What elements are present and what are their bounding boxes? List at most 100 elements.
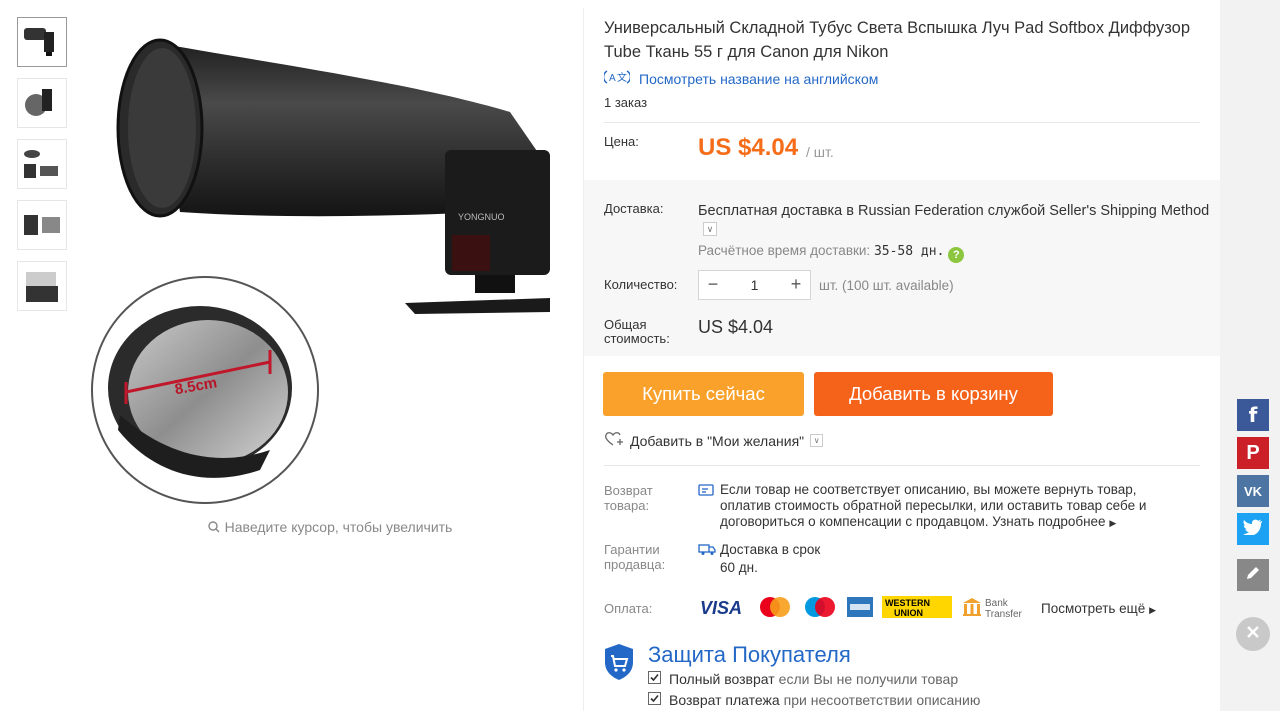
pinterest-share-button[interactable]: P [1237, 437, 1269, 469]
close-share-button[interactable] [1236, 617, 1270, 651]
checkbox-checked-icon [648, 692, 661, 708]
thumbnail-3[interactable] [17, 139, 67, 189]
guarantee-text: Доставка в срок 60 дн. [720, 541, 820, 577]
checkbox-checked-icon [648, 671, 661, 687]
wishlist-link[interactable]: Добавить в "Мои желания" ∨ [604, 431, 824, 450]
price-unit: / шт. [806, 144, 834, 160]
edit-feedback-button[interactable] [1237, 559, 1269, 591]
pinterest-icon: P [1246, 441, 1260, 464]
orders-count: 1 заказ [604, 95, 648, 110]
svg-text:A: A [609, 73, 616, 84]
wishlist-dropdown-toggle[interactable]: ∨ [810, 434, 824, 447]
mastercard-icon [757, 596, 793, 623]
returns-label: Возврат товара: [604, 483, 653, 513]
page-gutter [1220, 0, 1280, 711]
quantity-minus-button[interactable]: − [699, 271, 727, 299]
total-label: Общая стоимость: [604, 317, 670, 346]
bank-line-1: Bank [985, 598, 1009, 609]
payment-methods: VISA WESTERN UNION Bank Transfer [698, 595, 1036, 624]
zoom-hint: Наведите курсор, чтобы увеличить [80, 519, 580, 536]
quantity-available: шт. (100 шт. available) [819, 278, 954, 293]
bank-line-2: Transfer [985, 609, 1023, 619]
social-share-bar: f P VK [1237, 399, 1269, 551]
western-line-2: UNION [894, 608, 923, 618]
pencil-icon [1245, 565, 1261, 586]
magnifier-icon [207, 520, 220, 536]
translate-link[interactable]: A文 Посмотреть название на английском [602, 69, 878, 88]
maestro-icon [802, 596, 838, 623]
divider [604, 465, 1200, 466]
quantity-input[interactable] [727, 277, 782, 293]
western-union-icon: WESTERN UNION [882, 595, 952, 623]
quantity-plus-button[interactable]: + [782, 271, 810, 299]
caret-right-icon: ▶ [1109, 518, 1117, 528]
returns-text: Если товар не соответствует описанию, вы… [720, 482, 1180, 531]
payment-more-link[interactable]: Посмотреть ещё ▶ [1041, 601, 1156, 616]
payment-more-label[interactable]: Посмотреть ещё [1041, 601, 1145, 616]
visa-wordmark: VISA [700, 598, 742, 617]
payment-label: Оплата: [604, 601, 653, 616]
thumbnail-1[interactable] [17, 17, 67, 67]
translate-link-text[interactable]: Посмотреть название на английском [639, 71, 878, 87]
vk-icon: VK [1243, 483, 1263, 499]
return-policy-icon [698, 483, 714, 502]
total-value: US $4.04 [698, 317, 774, 337]
visa-icon: VISA [698, 597, 748, 622]
zoom-hint-text: Наведите курсор, чтобы увеличить [224, 519, 453, 535]
help-icon[interactable]: ? [948, 247, 965, 263]
vk-share-button[interactable]: VK [1237, 475, 1269, 507]
divider [604, 122, 1200, 123]
protection-item-1-strong: Полный возврат [669, 671, 775, 687]
delivery-eta: Расчётное время доставки: 35-58 дн.? [698, 243, 965, 263]
translate-icon: A文 [602, 69, 632, 88]
eta-value: 35-58 дн. [873, 244, 945, 259]
protection-item-1-rest: если Вы не получили товар [778, 671, 959, 687]
shipping-text: Бесплатная доставка в Russian Federation… [698, 203, 1209, 219]
shipping-mid: службой [983, 203, 1050, 219]
main-product-image[interactable]: YONGNUO 8.5cm [80, 20, 560, 510]
protection-item-2-strong: Возврат платежа [669, 692, 780, 708]
shipping-dropdown-toggle[interactable]: ∨ [703, 222, 717, 236]
twitter-icon [1243, 519, 1263, 540]
delivery-truck-icon [698, 542, 716, 561]
close-icon [1245, 624, 1261, 645]
shipping-country[interactable]: Russian Federation [858, 203, 984, 219]
buyer-protection-title: Защита Покупателя [648, 642, 851, 667]
svg-text:文: 文 [617, 71, 627, 84]
buy-now-button[interactable]: Купить сейчас [603, 372, 804, 416]
thumbnail-strip [17, 17, 67, 322]
protection-item-1: Полный возврат если Вы не получили товар [648, 671, 958, 687]
heart-plus-icon [604, 431, 624, 450]
thumbnail-5[interactable] [17, 261, 67, 311]
shipping-label: Доставка: [604, 201, 664, 216]
price-value: US $4.04 [698, 134, 799, 161]
facebook-icon: f [1248, 403, 1258, 427]
protection-item-2: Возврат платежа при несоответствии описан… [648, 692, 980, 708]
thumbnail-2[interactable] [17, 78, 67, 128]
returns-more-link[interactable]: Узнать подробнее [992, 514, 1105, 529]
thumbnail-4[interactable] [17, 200, 67, 250]
amex-icon [847, 596, 873, 622]
quantity-stepper: − + [698, 270, 811, 300]
shipping-prefix: Бесплатная доставка в [698, 203, 858, 219]
western-line-1: WESTERN [885, 598, 930, 608]
wishlist-label[interactable]: Добавить в "Мои желания" [630, 433, 804, 449]
add-to-cart-button[interactable]: Добавить в корзину [814, 372, 1053, 416]
price-label: Цена: [604, 134, 639, 149]
shipping-method[interactable]: Seller's Shipping Method [1049, 203, 1209, 219]
guarantee-line-2: 60 дн. [720, 560, 758, 575]
guarantee-line-1: Доставка в срок [720, 542, 821, 557]
quantity-label: Количество: [604, 277, 678, 292]
facebook-share-button[interactable]: f [1237, 399, 1269, 431]
flash-brand-label: YONGNUO [458, 212, 505, 222]
protection-item-2-rest: при несоответствии описанию [783, 692, 981, 708]
guarantee-label: Гарантии продавца: [604, 542, 666, 572]
product-info-panel: Универсальный Складной Тубус Света Вспыш… [584, 0, 1220, 711]
product-title: Универсальный Складной Тубус Света Вспыш… [604, 19, 1190, 61]
twitter-share-button[interactable] [1237, 513, 1269, 545]
buyer-protection-shield-icon [602, 642, 636, 687]
product-page: YONGNUO 8.5cm Наведите курсор, чтобы уве… [0, 0, 1280, 711]
caret-right-icon: ▶ [1149, 605, 1156, 615]
eta-label: Расчётное время доставки: [698, 243, 871, 258]
bank-transfer-icon: Bank Transfer [961, 595, 1027, 624]
